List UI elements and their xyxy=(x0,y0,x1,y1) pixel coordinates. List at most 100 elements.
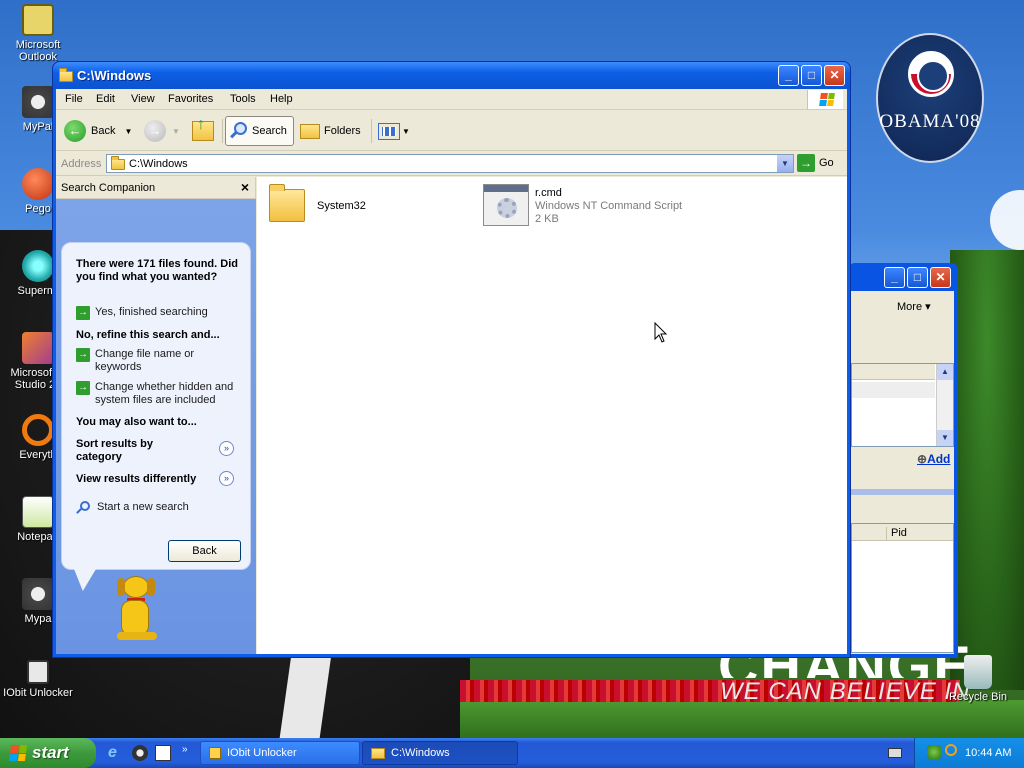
desktop-icon-label: Mypa xyxy=(24,613,52,625)
forward-button[interactable]: → ▼ xyxy=(144,116,180,146)
mypal-icon xyxy=(22,578,54,610)
process-list-header: Pid xyxy=(852,524,953,541)
back-dropdown-icon[interactable]: ▼ xyxy=(124,127,132,136)
explorer-window[interactable]: C:\Windows _ □ ✕ File Edit View Favorite… xyxy=(52,61,851,658)
desktop-icon-recycle-bin[interactable]: Recycle Bin xyxy=(940,655,1016,703)
go-button[interactable]: → Go xyxy=(797,154,834,172)
mypal-icon xyxy=(22,86,54,118)
menu-help[interactable]: Help xyxy=(270,93,293,105)
close-button[interactable]: ✕ xyxy=(930,267,951,288)
folders-label: Folders xyxy=(324,125,361,137)
scrollbar[interactable]: ▲ ▼ xyxy=(936,364,953,446)
magnifier-icon xyxy=(76,501,92,515)
wallpaper-trees xyxy=(950,250,1024,690)
title-bar[interactable]: C:\Windows _ □ ✕ xyxy=(53,62,850,89)
folder-icon xyxy=(59,68,73,82)
expand-chevron-icon[interactable]: » xyxy=(219,471,234,486)
change-hidden-link[interactable]: → Change whether hidden and system files… xyxy=(76,381,241,407)
scroll-up-icon[interactable]: ▲ xyxy=(937,364,953,380)
forward-dropdown-icon[interactable]: ▼ xyxy=(172,127,180,136)
close-button[interactable]: ✕ xyxy=(824,65,845,86)
file-type: Windows NT Command Script xyxy=(535,200,683,212)
green-arrow-icon: → xyxy=(76,348,90,362)
new-search-link[interactable]: Start a new search xyxy=(76,501,189,515)
quicklaunch-app-icon[interactable] xyxy=(132,745,148,761)
background-window-body: More ▾ ▲ ▼ ⊕Add Pid xyxy=(851,291,954,654)
campaign-logo-icon xyxy=(908,51,954,97)
taskbar: start e » IObit Unlocker C:\Windows 10:4… xyxy=(0,738,1024,768)
desktop-icon-label: Microsoft Outlook xyxy=(15,39,61,63)
views-dropdown-icon: ▼ xyxy=(402,126,410,136)
refine-header: No, refine this search and... xyxy=(76,329,220,341)
view-results-link[interactable]: View results differently xyxy=(76,473,196,486)
bubble-tail xyxy=(74,569,96,591)
more-button[interactable]: More ▾ xyxy=(897,300,931,313)
start-button[interactable]: start xyxy=(0,738,96,768)
background-window[interactable]: _ □ ✕ More ▾ ▲ ▼ ⊕Add Pid xyxy=(848,263,958,658)
search-dog-icon[interactable] xyxy=(107,572,163,644)
ie-icon[interactable]: e xyxy=(108,744,117,762)
taskbar-item-label: C:\Windows xyxy=(391,747,450,759)
folders-button[interactable]: Folders xyxy=(300,116,361,146)
lock-icon xyxy=(27,660,49,684)
system-tray: 10:44 AM xyxy=(914,738,1024,768)
toolbar: ← Back ▼ → ▼ ↑ Search Folders ▼ xyxy=(56,111,847,151)
green-arrow-icon: → xyxy=(76,381,90,395)
yes-finished-link[interactable]: → Yes, finished searching xyxy=(76,306,208,320)
taskbar-item-iobit[interactable]: IObit Unlocker xyxy=(200,741,360,765)
menu-tools[interactable]: Tools xyxy=(230,93,256,105)
wallpaper-subslogan: WE CAN BELIEVE IN xyxy=(720,678,971,705)
expand-chevron-icon[interactable]: » xyxy=(219,441,234,456)
found-message: There were 171 files found. Did you find… xyxy=(76,258,238,283)
clock[interactable]: 10:44 AM xyxy=(965,747,1011,759)
search-icon[interactable] xyxy=(945,744,957,756)
dropdown-icon: ▾ xyxy=(925,301,931,313)
address-input[interactable]: C:\Windows ▼ xyxy=(106,154,794,173)
taskbar-item-c-windows[interactable]: C:\Windows xyxy=(362,741,518,765)
network-icon[interactable] xyxy=(927,745,941,759)
address-dropdown-icon[interactable]: ▼ xyxy=(776,155,793,172)
quicklaunch-app-icon[interactable] xyxy=(155,745,171,761)
cmd-script-icon xyxy=(483,184,529,226)
search-button[interactable]: Search xyxy=(225,116,294,146)
maximize-button[interactable]: □ xyxy=(907,267,928,288)
scroll-down-icon[interactable]: ▼ xyxy=(937,430,953,446)
sort-results-link[interactable]: Sort results by category xyxy=(76,438,186,464)
yes-finished-label: Yes, finished searching xyxy=(95,306,208,318)
search-companion-header: Search Companion × xyxy=(56,177,256,199)
add-icon: ⊕ xyxy=(917,452,928,466)
up-folder-button[interactable]: ↑ xyxy=(192,116,214,146)
menu-edit[interactable]: Edit xyxy=(96,93,115,105)
minimize-button[interactable]: _ xyxy=(778,65,799,86)
folder-icon xyxy=(111,156,125,170)
back-button-companion[interactable]: Back xyxy=(168,540,241,562)
forward-arrow-icon: → xyxy=(144,120,166,142)
desktop-icon-iobit-unlocker[interactable]: IObit Unlocker xyxy=(0,660,80,699)
back-label: Back xyxy=(91,125,116,137)
list-row-selected[interactable] xyxy=(852,382,935,398)
column-header-pid[interactable]: Pid xyxy=(886,527,907,541)
notepad-icon xyxy=(22,496,54,528)
close-icon[interactable]: × xyxy=(241,179,249,195)
quicklaunch-expand-icon[interactable]: » xyxy=(182,744,188,755)
menu-file[interactable]: File xyxy=(65,93,83,105)
maximize-button[interactable]: □ xyxy=(801,65,822,86)
minimize-button[interactable]: _ xyxy=(884,267,905,288)
add-link[interactable]: ⊕Add xyxy=(917,452,950,466)
search-icon xyxy=(230,122,248,140)
menu-bar: File Edit View Favorites Tools Help xyxy=(56,89,847,110)
change-name-link[interactable]: → Change file name or keywords xyxy=(76,348,236,374)
desktop-icon-outlook[interactable]: Microsoft Outlook xyxy=(0,4,80,63)
wallpaper-badge: OBAMA'08 xyxy=(876,33,984,163)
keyboard-icon[interactable] xyxy=(888,748,902,758)
lock-icon xyxy=(209,747,221,759)
toolbar-separator xyxy=(371,119,372,143)
file-name: System32 xyxy=(317,200,366,212)
views-button[interactable]: ▼ xyxy=(378,116,410,146)
menu-favorites[interactable]: Favorites xyxy=(168,93,213,105)
windows-flag-icon xyxy=(8,745,28,761)
menu-view[interactable]: View xyxy=(131,93,155,105)
back-button[interactable]: ← Back ▼ xyxy=(64,116,132,146)
address-bar: Address C:\Windows ▼ → Go xyxy=(56,152,847,176)
also-header: You may also want to... xyxy=(76,416,197,428)
